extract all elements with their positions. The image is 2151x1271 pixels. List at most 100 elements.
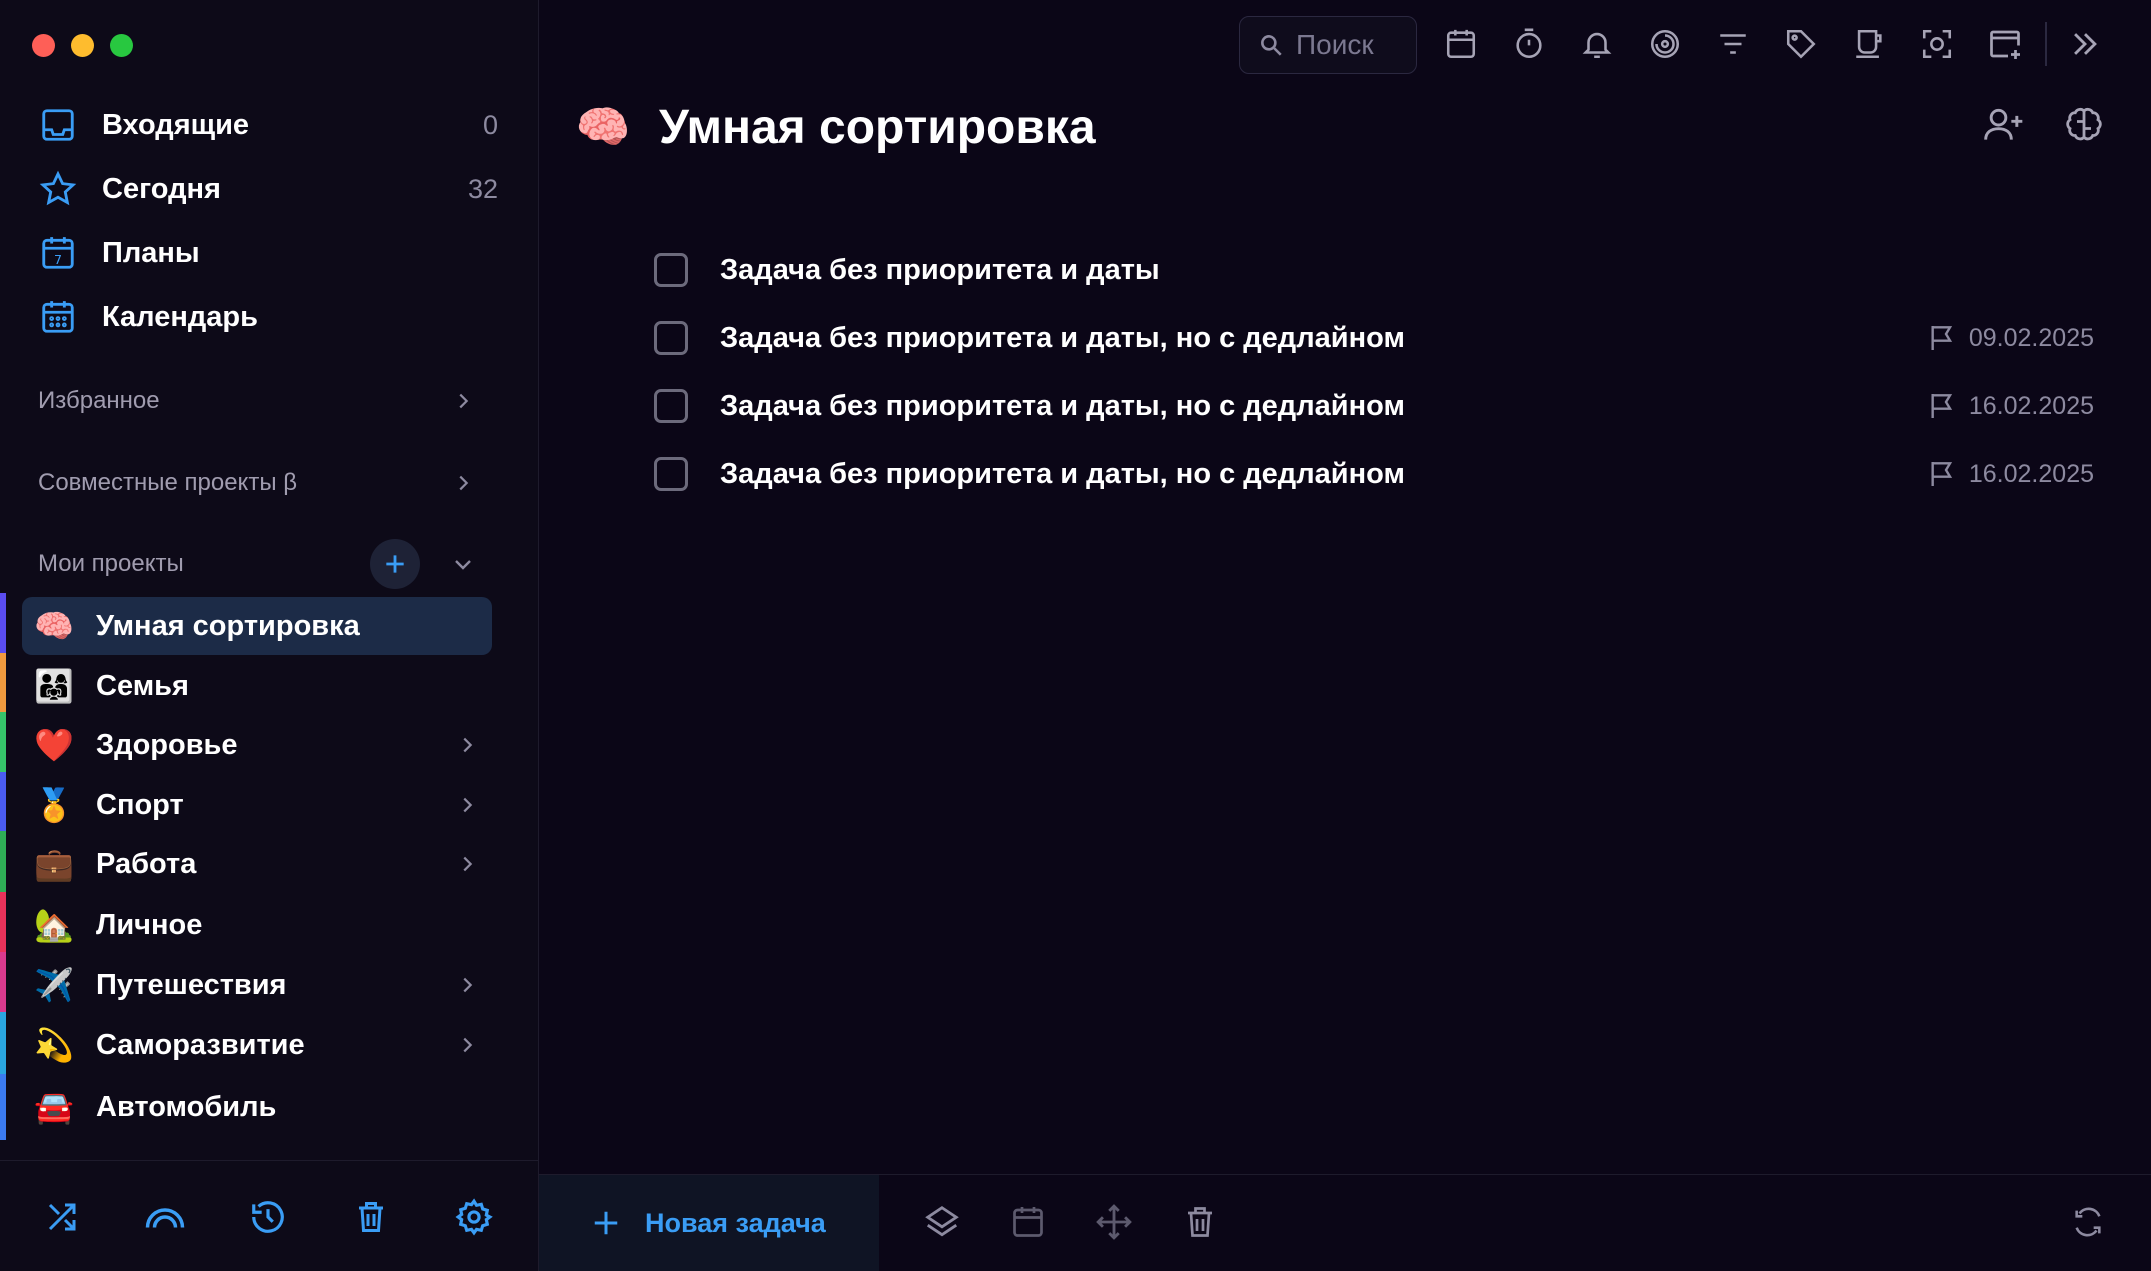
nav-inbox-label: Входящие bbox=[102, 108, 250, 141]
nav-today[interactable]: Сегодня 32 bbox=[38, 164, 498, 214]
add-project-button[interactable] bbox=[370, 539, 420, 589]
project-label: Автомобиль bbox=[96, 1090, 277, 1123]
project-color-bar bbox=[0, 831, 6, 897]
chevron-right-icon bbox=[448, 468, 478, 498]
bell-icon[interactable] bbox=[1575, 22, 1619, 66]
search-input[interactable] bbox=[1294, 28, 1418, 62]
project-label: Спорт bbox=[96, 788, 184, 821]
task-checkbox[interactable] bbox=[654, 321, 688, 355]
add-window-icon[interactable] bbox=[1983, 22, 2027, 66]
project-item[interactable]: ❤️ Здоровье bbox=[0, 712, 492, 778]
main-panel: 🧠 Умная сортировка Задача без приоритета… bbox=[539, 0, 2151, 1271]
sidebar: Входящие 0 Сегодня 32 7 Планы Календарь … bbox=[0, 0, 539, 1271]
chevron-right-icon[interactable] bbox=[452, 970, 482, 1000]
project-label: Умная сортировка bbox=[96, 609, 360, 642]
favorites-label: Избранное bbox=[38, 387, 160, 414]
task-checkbox[interactable] bbox=[654, 253, 688, 287]
stopwatch-icon[interactable] bbox=[1507, 22, 1551, 66]
project-emoji: ❤️ bbox=[34, 727, 74, 763]
nav-calendar-label: Календарь bbox=[102, 300, 258, 333]
project-emoji: 🏡 bbox=[34, 907, 74, 943]
scan-icon[interactable] bbox=[1915, 22, 1959, 66]
calendar-icon[interactable] bbox=[1005, 1199, 1051, 1245]
task-title: Задача без приоритета и даты bbox=[720, 253, 1160, 286]
project-item[interactable]: 🧠 Умная сортировка bbox=[0, 593, 492, 659]
page-header: 🧠 Умная сортировка bbox=[575, 92, 1096, 162]
nav-calendar[interactable]: Календарь bbox=[38, 292, 498, 342]
shared-projects-section[interactable]: Совместные проекты β bbox=[38, 458, 478, 508]
nav-plans-label: Планы bbox=[102, 236, 200, 269]
sidebar-footer bbox=[0, 1160, 538, 1271]
new-task-button[interactable]: Новая задача bbox=[539, 1175, 879, 1271]
layers-icon[interactable] bbox=[919, 1199, 965, 1245]
task-row[interactable]: Задача без приоритета и даты, но с дедла… bbox=[654, 378, 2094, 434]
trash-icon[interactable] bbox=[347, 1193, 395, 1241]
calendar-day-icon: 7 bbox=[38, 233, 78, 273]
nav-today-count: 32 bbox=[467, 173, 498, 204]
project-color-bar bbox=[0, 712, 6, 778]
task-title: Задача без приоритета и даты, но с дедла… bbox=[720, 457, 1405, 490]
project-emoji: 💫 bbox=[34, 1027, 74, 1063]
task-deadline: 09.02.2025 bbox=[1925, 321, 2094, 355]
project-label: Семья bbox=[96, 669, 189, 702]
deadline-date: 09.02.2025 bbox=[1968, 323, 2094, 352]
calendar-grid-icon bbox=[38, 297, 78, 337]
task-deadline: 16.02.2025 bbox=[1925, 457, 2094, 491]
plus-icon bbox=[589, 1206, 623, 1240]
maximize-window-button[interactable] bbox=[110, 34, 133, 57]
project-item[interactable]: 💼 Работа bbox=[0, 831, 492, 897]
shuffle-icon[interactable] bbox=[38, 1193, 86, 1241]
project-item[interactable]: 🏅 Спорт bbox=[0, 772, 492, 838]
favorites-section[interactable]: Избранное bbox=[38, 376, 478, 426]
task-title: Задача без приоритета и даты, но с дедла… bbox=[720, 389, 1405, 422]
project-label: Здоровье bbox=[96, 728, 238, 761]
calendar-icon[interactable] bbox=[1439, 22, 1483, 66]
tag-icon[interactable] bbox=[1779, 22, 1823, 66]
chevron-right-icon[interactable] bbox=[452, 1030, 482, 1060]
project-item[interactable]: 🚘 Автомобиль bbox=[0, 1074, 492, 1140]
task-checkbox[interactable] bbox=[654, 389, 688, 423]
chevron-right-icon bbox=[448, 386, 478, 416]
shared-projects-label: Совместные проекты β bbox=[38, 469, 298, 496]
task-row[interactable]: Задача без приоритета и даты bbox=[654, 242, 2094, 298]
rainbow-icon[interactable] bbox=[141, 1193, 189, 1241]
project-label: Работа bbox=[96, 847, 197, 880]
brain-icon[interactable] bbox=[2059, 100, 2109, 150]
minimize-window-button[interactable] bbox=[71, 34, 94, 57]
flag-icon bbox=[1925, 321, 1959, 355]
project-item[interactable]: 💫 Саморазвитие bbox=[0, 1012, 492, 1078]
add-member-icon[interactable] bbox=[1979, 100, 2029, 150]
project-item[interactable]: ✈️ Путешествия bbox=[0, 952, 492, 1018]
chevron-right-icon[interactable] bbox=[452, 730, 482, 760]
expand-icon[interactable] bbox=[2063, 22, 2107, 66]
history-icon[interactable] bbox=[244, 1193, 292, 1241]
chevron-down-icon[interactable] bbox=[448, 549, 478, 579]
nav-inbox[interactable]: Входящие 0 bbox=[38, 100, 498, 150]
deadline-date: 16.02.2025 bbox=[1968, 459, 2094, 488]
project-label: Личное bbox=[96, 908, 203, 941]
trash-icon[interactable] bbox=[1177, 1199, 1223, 1245]
move-icon[interactable] bbox=[1091, 1199, 1137, 1245]
task-checkbox[interactable] bbox=[654, 457, 688, 491]
task-title: Задача без приоритета и даты, но с дедла… bbox=[720, 321, 1405, 354]
new-task-label: Новая задача bbox=[645, 1207, 826, 1238]
focus-icon[interactable] bbox=[1643, 22, 1687, 66]
close-window-button[interactable] bbox=[32, 34, 55, 57]
project-emoji: ✈️ bbox=[34, 967, 74, 1003]
cup-icon[interactable] bbox=[1847, 22, 1891, 66]
filter-icon[interactable] bbox=[1711, 22, 1755, 66]
project-emoji: 🧠 bbox=[575, 103, 631, 152]
project-emoji: 🚘 bbox=[34, 1089, 74, 1125]
project-item[interactable]: 👨‍👩‍👧 Семья bbox=[0, 653, 492, 719]
search-icon bbox=[1258, 31, 1284, 59]
task-row[interactable]: Задача без приоритета и даты, но с дедла… bbox=[654, 310, 2094, 366]
task-row[interactable]: Задача без приоритета и даты, но с дедла… bbox=[654, 446, 2094, 502]
sync-icon[interactable] bbox=[2065, 1199, 2111, 1245]
project-item[interactable]: 🏡 Личное bbox=[0, 892, 492, 958]
nav-plans[interactable]: 7 Планы bbox=[38, 228, 498, 278]
chevron-right-icon[interactable] bbox=[452, 790, 482, 820]
settings-icon[interactable] bbox=[450, 1193, 498, 1241]
search-box[interactable] bbox=[1239, 16, 1418, 74]
chevron-right-icon[interactable] bbox=[452, 849, 482, 879]
nav-today-label: Сегодня bbox=[102, 172, 221, 205]
